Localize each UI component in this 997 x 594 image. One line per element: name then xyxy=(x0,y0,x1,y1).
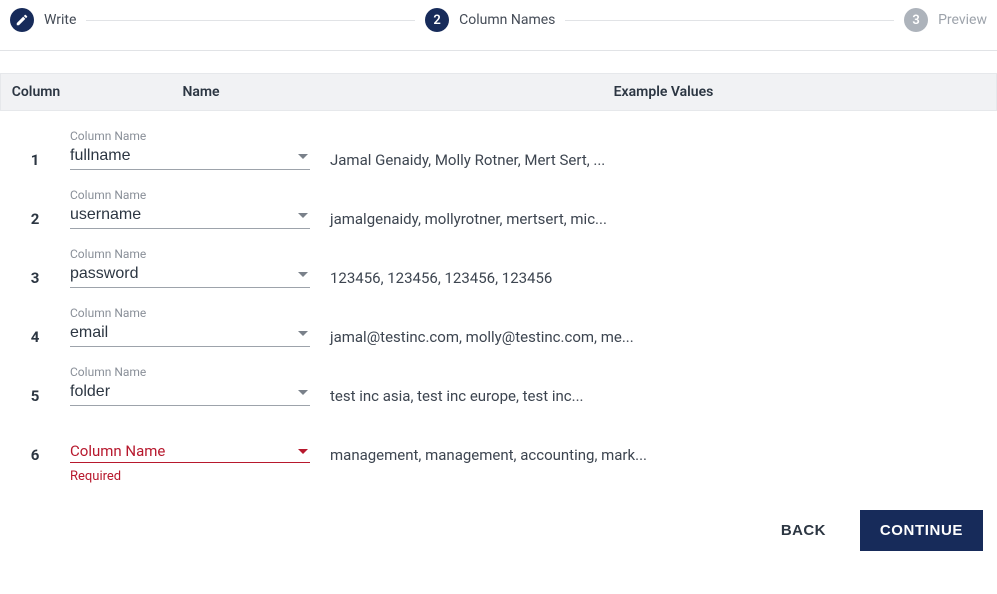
column-name-label: Column Name xyxy=(70,188,310,202)
table-row: 5Column Name test inc asia, test inc euro… xyxy=(0,347,997,406)
error-helper-text: Required xyxy=(70,469,310,484)
step-column-names[interactable]: 2 Column Names xyxy=(425,8,555,32)
example-values: Jamal Genaidy, Molly Rotner, Mert Sert, … xyxy=(330,129,997,169)
step-divider xyxy=(86,20,415,21)
chevron-down-icon xyxy=(298,449,308,454)
table-row: 6Column Name Required management, manageme… xyxy=(0,406,997,484)
row-index: 2 xyxy=(0,188,70,228)
column-name-placeholder: Column Name xyxy=(70,442,292,460)
column-name-cell: Column Name xyxy=(70,247,330,288)
table-row: 3Column Name 123456, 123456, 123456, 1234… xyxy=(0,229,997,288)
chevron-down-icon xyxy=(298,390,308,395)
example-values: test inc asia, test inc europe, test inc… xyxy=(330,365,997,405)
column-name-cell: Column Name xyxy=(70,365,330,406)
column-name-label: Column Name xyxy=(70,365,310,379)
continue-button[interactable]: CONTINUE xyxy=(860,510,983,551)
column-name-input[interactable] xyxy=(70,322,292,344)
step-preview: 3 Preview xyxy=(904,8,987,32)
step-divider xyxy=(565,20,894,21)
column-table: Column Name Example Values 1Column NameJ… xyxy=(0,73,997,484)
chevron-down-icon xyxy=(298,272,308,277)
action-bar: BACK CONTINUE xyxy=(0,484,997,565)
chevron-down-icon xyxy=(298,331,308,336)
column-name-input[interactable] xyxy=(70,381,292,403)
example-values: management, management, accounting, mark… xyxy=(330,424,997,464)
divider xyxy=(0,50,997,51)
column-name-label: Column Name xyxy=(70,306,310,320)
header-column: Column xyxy=(1,74,71,110)
column-name-select[interactable] xyxy=(70,320,310,347)
row-index: 6 xyxy=(0,424,70,464)
step-label-column-names: Column Names xyxy=(459,12,555,28)
table-row: 4Column Name jamal@testinc.com, molly@tes… xyxy=(0,288,997,347)
step-number-icon: 2 xyxy=(425,8,449,32)
stepper: Write 2 Column Names 3 Preview xyxy=(0,0,997,40)
header-example: Example Values xyxy=(331,74,996,110)
table-row: 1Column Name Jamal Genaidy, Molly Rotner,… xyxy=(0,111,997,170)
column-name-select[interactable] xyxy=(70,143,310,170)
step-label-preview: Preview xyxy=(938,12,987,28)
example-values: 123456, 123456, 123456, 123456 xyxy=(330,247,997,287)
column-name-input[interactable] xyxy=(70,263,292,285)
chevron-down-icon xyxy=(298,154,308,159)
step-number-icon: 3 xyxy=(904,8,928,32)
column-name-select[interactable] xyxy=(70,379,310,406)
table-header-row: Column Name Example Values xyxy=(0,73,997,111)
row-index: 5 xyxy=(0,365,70,405)
example-values: jamalgenaidy, mollyrotner, mertsert, mic… xyxy=(330,188,997,228)
column-name-cell: Column Name Required xyxy=(70,424,330,484)
step-label-write: Write xyxy=(44,12,76,28)
table-row: 2Column Name jamalgenaidy, mollyrotner, m… xyxy=(0,170,997,229)
row-index: 1 xyxy=(0,129,70,169)
column-name-select[interactable]: Column Name xyxy=(70,440,310,463)
step-write[interactable]: Write xyxy=(10,8,76,32)
column-name-cell: Column Name xyxy=(70,129,330,170)
column-name-label: Column Name xyxy=(70,129,310,143)
chevron-down-icon xyxy=(298,213,308,218)
column-name-label: Column Name xyxy=(70,247,310,261)
column-name-input[interactable] xyxy=(70,145,292,167)
back-button[interactable]: BACK xyxy=(767,514,840,547)
column-name-cell: Column Name xyxy=(70,188,330,229)
example-values: jamal@testinc.com, molly@testinc.com, me… xyxy=(330,306,997,346)
column-name-cell: Column Name xyxy=(70,306,330,347)
column-name-select[interactable] xyxy=(70,202,310,229)
header-name: Name xyxy=(71,74,331,110)
pencil-icon xyxy=(10,8,34,32)
column-name-select[interactable] xyxy=(70,261,310,288)
row-index: 3 xyxy=(0,247,70,287)
row-index: 4 xyxy=(0,306,70,346)
column-name-input[interactable] xyxy=(70,204,292,226)
